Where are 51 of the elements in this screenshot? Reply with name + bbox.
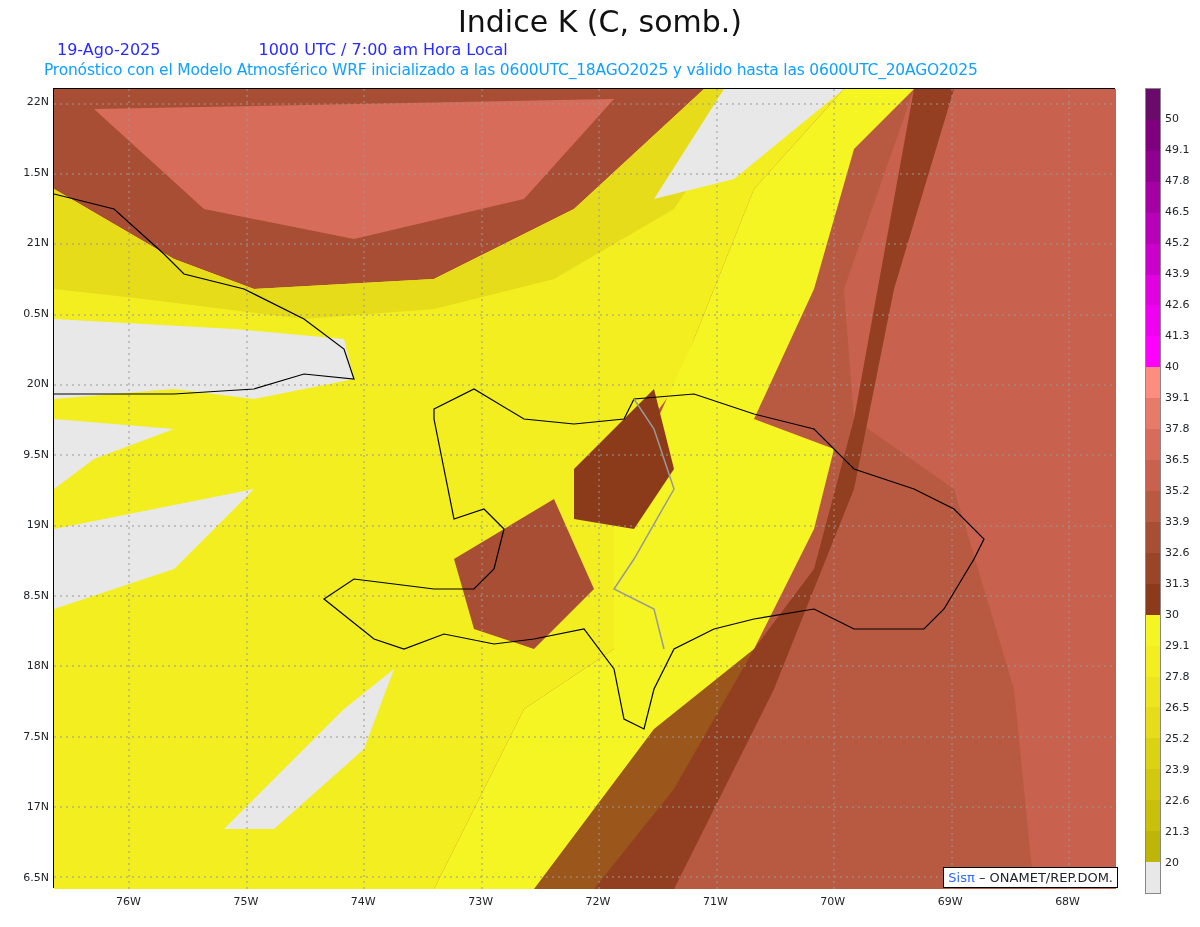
colorbar-label: 22.6 [1165,793,1191,809]
forecast-date: 19-Ago-2025 [57,40,161,60]
latitude-label: 1.5N [23,164,49,181]
latitude-label: 6.5N [23,869,49,886]
colorbar-label: 27.8 [1165,669,1191,685]
colorbar-label: 35.2 [1165,483,1191,499]
longitude-label: 71W [702,894,728,910]
latitude-label: 18N [26,658,49,674]
colorbar-label: 46.5 [1165,204,1191,220]
colorbar-label: 29.1 [1165,638,1191,654]
latitude-label: 0.5N [23,305,49,322]
colorbar-label: 33.9 [1165,514,1191,530]
colorbar-label: 42.6 [1165,297,1191,313]
latitude-label: 20N [26,376,49,392]
latitude-label: 21N [26,235,49,251]
longitude-label: 70W [820,894,846,910]
colorbar-label: 30 [1165,607,1180,623]
forecast-description: Pronóstico con el Modelo Atmosférico WRF inicializado a las 0600UTC_18AGO2025 y válido hasta las 0600UTC_20AGO2025 [44,61,978,79]
colorbar-label: 36.5 [1165,452,1191,468]
colorbar-label: 45.2 [1165,235,1191,251]
colorbar-label: 32.6 [1165,545,1191,561]
colorbar-label: 20 [1165,855,1180,871]
latitude-label: 22N [26,94,49,110]
colorbar-label: 41.3 [1165,328,1191,344]
longitude-label: 75W [233,894,259,910]
colorbar-label: 39.1 [1165,390,1191,406]
longitude-label: 68W [1055,894,1080,910]
chart-title: Indice K (C, somb.) [456,4,744,40]
colorbar-label: 26.5 [1165,700,1191,716]
longitude-label: 69W [937,894,963,910]
latitude-label: 17N [26,799,49,815]
longitude-label: 74W [350,894,376,910]
credit-label: Sisπ – ONAMET/REP.DOM. [943,866,1118,888]
colorbar-label: 25.2 [1165,731,1191,747]
colorbar-label: 21.3 [1165,824,1191,840]
latitude-label: 7.5N [23,728,49,745]
longitude-label: 76W [116,894,141,910]
colorbar-label: 31.3 [1165,576,1191,592]
colorbar-label: 23.9 [1165,762,1191,778]
colorbar-label: 47.8 [1165,173,1191,189]
colorbar-label: 37.8 [1165,421,1191,437]
colorbar-label: 49.1 [1165,142,1191,158]
colorbar-label: 43.9 [1165,266,1191,282]
latitude-label: 8.5N [23,587,49,604]
latitude-label: 19N [26,517,49,533]
longitude-label: 73W [468,894,494,910]
colorbar-label: 50 [1165,111,1180,127]
latitude-label: 9.5N [23,446,49,463]
forecast-time: 1000 UTC / 7:00 am Hora Local [258,40,508,60]
longitude-label: 72W [585,894,611,910]
colorbar-label: 40 [1165,359,1180,375]
